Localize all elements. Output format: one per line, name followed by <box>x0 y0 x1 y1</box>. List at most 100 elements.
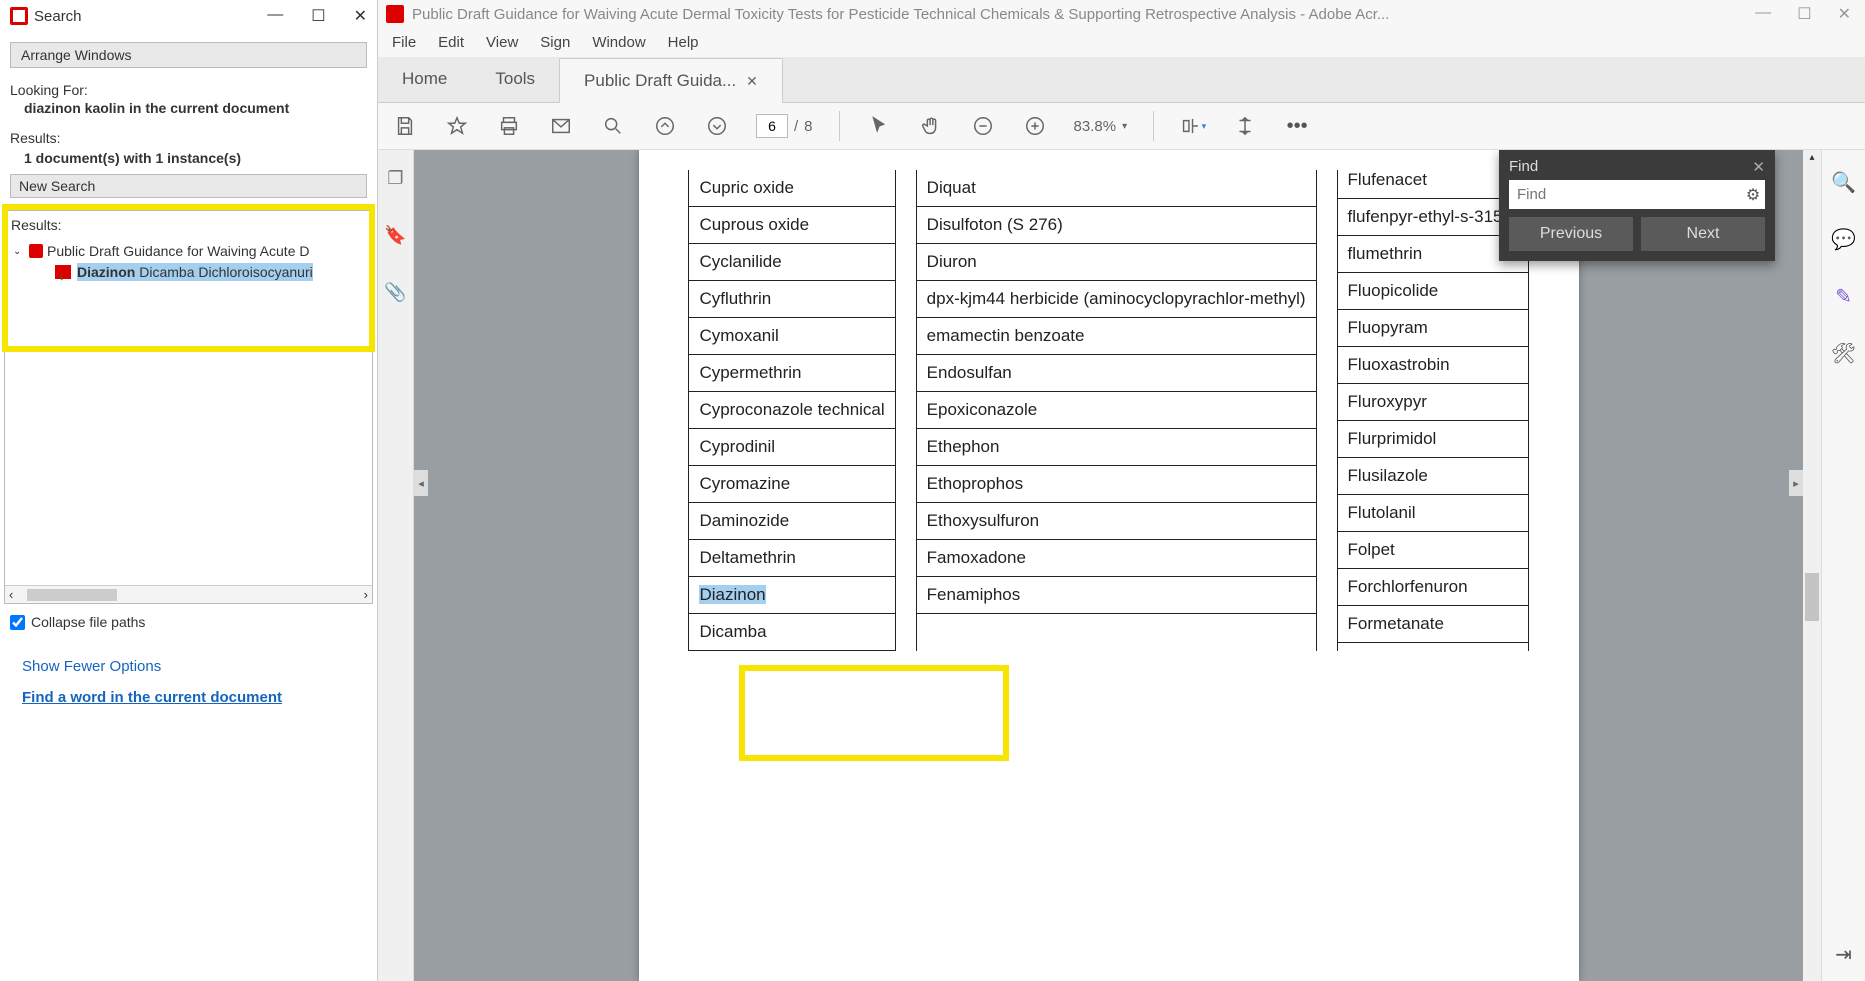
chem-cell: Famoxadone <box>917 540 1316 577</box>
collapse-paths-checkbox[interactable] <box>10 615 25 630</box>
results-tree-doc[interactable]: ⌄ Public Draft Guidance for Waiving Acut… <box>9 241 368 261</box>
tab-close-icon[interactable]: ✕ <box>746 73 758 90</box>
chem-cell: Endosulfan <box>917 355 1316 392</box>
menu-view[interactable]: View <box>486 34 518 51</box>
result-pdf-icon <box>55 265 71 279</box>
chem-cell: Diquat <box>917 170 1316 207</box>
chem-cell: Flutolanil <box>1338 495 1528 532</box>
arrange-windows-button[interactable]: Arrange Windows <box>10 42 367 68</box>
vscrollbar[interactable]: ▴ <box>1803 150 1821 981</box>
search-query: diazinon kaolin in the current document <box>10 100 367 116</box>
menu-help[interactable]: Help <box>668 34 699 51</box>
zoom-search-icon[interactable] <box>600 113 626 139</box>
page-number-input[interactable] <box>756 114 788 138</box>
bookmark-icon[interactable]: 🔖 <box>384 225 406 246</box>
comment-icon[interactable]: 💬 <box>1831 227 1856 252</box>
tabs: Home Tools Public Draft Guida... ✕ <box>378 57 1865 103</box>
email-icon[interactable] <box>548 113 574 139</box>
print-icon[interactable] <box>496 113 522 139</box>
star-icon[interactable] <box>444 113 470 139</box>
chem-cell: Cymoxanil <box>689 318 894 355</box>
results-doc-name: Public Draft Guidance for Waiving Acute … <box>47 243 310 259</box>
chem-cell: Flusilazole <box>1338 458 1528 495</box>
attachment-icon[interactable]: 📎 <box>384 282 406 303</box>
search-plus-icon[interactable]: 🔍 <box>1831 170 1856 195</box>
results-hscrollbar[interactable]: ‹ › <box>5 585 372 603</box>
zoom-level[interactable]: 83.8% ▾ <box>1074 118 1128 135</box>
window-title: Public Draft Guidance for Waiving Acute … <box>412 6 1741 23</box>
scroll-right-icon[interactable]: › <box>364 587 368 602</box>
close-icon[interactable]: ✕ <box>1838 4 1851 24</box>
select-arrow-icon[interactable] <box>866 113 892 139</box>
maximize-icon[interactable]: ☐ <box>1797 4 1811 24</box>
find-prev-button[interactable]: Previous <box>1509 217 1633 251</box>
chem-cell: Cyfluthrin <box>689 281 894 318</box>
scroll-mode-icon[interactable] <box>1232 113 1258 139</box>
chem-cell: emamectin benzoate <box>917 318 1316 355</box>
sign-icon[interactable]: ✎ <box>1835 284 1852 309</box>
tab-document[interactable]: Public Draft Guida... ✕ <box>559 58 783 103</box>
zoom-caret-icon[interactable]: ▾ <box>1122 121 1127 132</box>
search-title: Search <box>34 8 82 25</box>
caret-down-icon[interactable]: ⌄ <box>13 246 25 257</box>
scroll-thumb[interactable] <box>27 589 117 601</box>
chem-cell: Forchlorfenuron <box>1338 569 1528 606</box>
minimize-icon[interactable]: — <box>1755 4 1771 24</box>
left-rail: ❐ 🔖 📎 <box>378 150 414 981</box>
find-next-button[interactable]: Next <box>1641 217 1765 251</box>
menu-edit[interactable]: Edit <box>438 34 464 51</box>
chem-cell: Epoxiconazole <box>917 392 1316 429</box>
find-close-icon[interactable]: ✕ <box>1752 158 1765 176</box>
thumbnails-icon[interactable]: ❐ <box>387 168 403 189</box>
chem-cell: Ethoxysulfuron <box>917 503 1316 540</box>
zoom-out-icon[interactable] <box>970 113 996 139</box>
page-up-icon[interactable] <box>652 113 678 139</box>
find-settings-icon[interactable]: ⚙ <box>1741 185 1765 205</box>
scroll-thumb[interactable] <box>1805 573 1819 621</box>
chem-cell: Daminozide <box>689 503 894 540</box>
collapse-paths-row[interactable]: Collapse file paths <box>0 604 377 640</box>
find-word-link[interactable]: Find a word in the current document <box>22 689 355 706</box>
pdf-page: Cupric oxideCuprous oxideCyclanilideCyfl… <box>639 150 1579 981</box>
chem-cell: Disulfoton (S 276) <box>917 207 1316 244</box>
chem-cell: Cyromazine <box>689 466 894 503</box>
save-icon[interactable] <box>392 113 418 139</box>
show-fewer-options-link[interactable]: Show Fewer Options <box>22 658 355 675</box>
collapse-right-icon[interactable]: ⇥ <box>1835 942 1852 967</box>
results-tree[interactable]: ⌄ Public Draft Guidance for Waiving Acut… <box>5 239 372 585</box>
page-area[interactable]: Find ✕ ⚙ Previous Next Cupric o <box>414 150 1803 981</box>
tools-wrench-icon[interactable]: 🛠 <box>1831 341 1856 366</box>
minimize-icon[interactable]: — <box>267 6 283 26</box>
chem-cell: Cupric oxide <box>689 170 894 207</box>
hand-tool-icon[interactable] <box>918 113 944 139</box>
menu-window[interactable]: Window <box>592 34 645 51</box>
scroll-left-icon[interactable]: ‹ <box>9 587 13 602</box>
menu-sign[interactable]: Sign <box>540 34 570 51</box>
fit-width-icon[interactable]: ▾ <box>1180 113 1206 139</box>
chem-cell: Cyprodinil <box>689 429 894 466</box>
scroll-up-icon[interactable]: ▴ <box>1807 150 1816 165</box>
zoom-in-icon[interactable] <box>1022 113 1048 139</box>
find-popup: Find ✕ ⚙ Previous Next <box>1499 150 1775 261</box>
chem-cell: Ethoprophos <box>917 466 1316 503</box>
find-input[interactable] <box>1509 180 1741 209</box>
chem-cell: Fluopyram <box>1338 310 1528 347</box>
collapse-right-rail-icon[interactable]: ▸ <box>1789 470 1803 496</box>
chem-cell: Diazinon <box>689 577 894 614</box>
collapse-left-rail-icon[interactable]: ◂ <box>414 470 428 496</box>
results-box: Results: ⌄ Public Draft Guidance for Wai… <box>4 210 373 604</box>
more-icon[interactable]: ••• <box>1284 113 1310 139</box>
maximize-icon[interactable]: ☐ <box>311 6 325 26</box>
right-rail: 🔍 💬 ✎ 🛠 ⇥ <box>1821 150 1865 981</box>
search-panel: Search — ☐ ✕ Arrange Windows Looking For… <box>0 0 378 981</box>
results-tree-hit[interactable]: Diazinon Dicamba Dichloroisocyanuri <box>53 261 368 283</box>
menu-file[interactable]: File <box>392 34 416 51</box>
page-down-icon[interactable] <box>704 113 730 139</box>
tab-tools[interactable]: Tools <box>471 57 559 102</box>
collapse-paths-label: Collapse file paths <box>31 614 145 630</box>
new-search-button[interactable]: New Search <box>10 174 367 198</box>
close-icon[interactable]: ✕ <box>354 6 367 26</box>
hit-term: Diazinon <box>77 264 135 280</box>
tab-home[interactable]: Home <box>378 57 471 102</box>
results-header: Results: <box>5 211 372 239</box>
